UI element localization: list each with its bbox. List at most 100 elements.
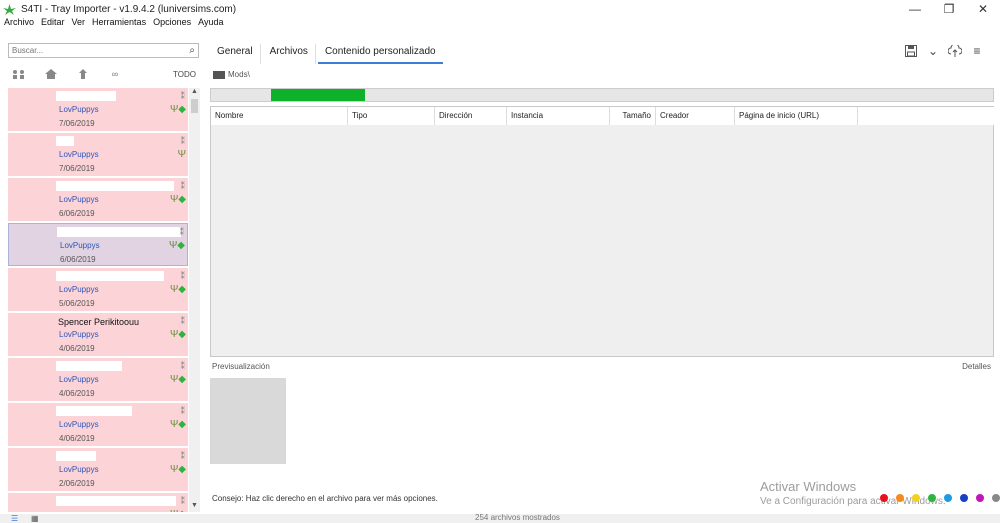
custom-content-tag-icon: Ψ◆: [168, 240, 185, 251]
household-members-icon: ⁑: [180, 451, 186, 461]
item-author-link[interactable]: LovPuppys: [60, 241, 100, 250]
list-item[interactable]: ⁑ Ψ◆: [8, 493, 188, 512]
custom-content-tag-icon: Ψ◆: [169, 104, 186, 115]
menu-archivo[interactable]: Archivo: [4, 17, 34, 31]
menu-opciones[interactable]: Opciones: [153, 17, 191, 31]
chevron-down-icon[interactable]: ⌄: [922, 43, 944, 59]
color-dot[interactable]: [960, 494, 968, 502]
column-header-creador[interactable]: Creador: [656, 107, 735, 125]
custom-content-tag-icon: Ψ◆: [169, 374, 186, 385]
preview-image: [210, 378, 286, 464]
custom-content-tag-icon: Ψ◆: [169, 329, 186, 340]
color-dot[interactable]: [896, 494, 904, 502]
color-dot[interactable]: [880, 494, 888, 502]
lot-icon[interactable]: [40, 67, 62, 81]
item-author-link[interactable]: LovPuppys: [59, 150, 99, 159]
item-author-link[interactable]: LovPuppys: [59, 375, 99, 384]
household-members-icon: ⁑: [180, 271, 186, 281]
household-members-icon: ⁑: [180, 316, 186, 326]
item-author-link[interactable]: LovPuppys: [59, 105, 99, 114]
color-dot[interactable]: [976, 494, 984, 502]
table-header: Nombre Tipo Dirección Instancia Tamaño C…: [211, 107, 994, 125]
color-dot[interactable]: [912, 494, 920, 502]
item-name-redacted: [56, 136, 74, 146]
status-text: 254 archivos mostrados: [475, 513, 560, 522]
item-author-link[interactable]: LovPuppys: [59, 195, 99, 204]
filter-all-label[interactable]: TODO: [173, 70, 196, 79]
list-item[interactable]: Spencer Perikitoouu LovPuppys 4/06/2019 ⁑ Ψ◆: [8, 313, 188, 356]
grid-view-icon[interactable]: ▦: [31, 514, 41, 523]
list-view-icon[interactable]: ☰: [11, 514, 21, 523]
hamburger-menu-icon[interactable]: ≡: [966, 43, 988, 59]
item-author-link[interactable]: LovPuppys: [59, 285, 99, 294]
main-tabs: General Archivos Contenido personalizado: [210, 44, 445, 64]
scroll-thumb[interactable]: [191, 99, 198, 113]
minimize-button[interactable]: —: [898, 0, 932, 18]
item-name-redacted: [56, 451, 96, 461]
item-name-redacted: [56, 91, 116, 101]
close-button[interactable]: ✕: [966, 0, 1000, 18]
item-date: 4/06/2019: [59, 389, 95, 398]
folder-icon: [213, 70, 225, 79]
column-header-instancia[interactable]: Instancia: [507, 107, 610, 125]
item-name-redacted: [56, 181, 174, 191]
progress-bar: [210, 88, 994, 102]
column-header-direccion[interactable]: Dirección: [435, 107, 507, 125]
item-date: 7/06/2019: [59, 164, 95, 173]
room-icon[interactable]: [72, 67, 94, 81]
menu-bar: Archivo Editar Ver Herramientas Opciones…: [0, 17, 230, 31]
list-item[interactable]: LovPuppys 2/06/2019 ⁑ Ψ◆: [8, 448, 188, 491]
tab-general[interactable]: General: [210, 44, 261, 64]
item-date: 6/06/2019: [59, 209, 95, 218]
search-icon[interactable]: ⌕: [189, 45, 195, 56]
activation-watermark-title: Activar Windows: [760, 479, 857, 494]
column-header-pagina-de-inicio[interactable]: Página de inicio (URL): [735, 107, 858, 125]
custom-content-tag-icon: Ψ◆: [169, 419, 186, 430]
menu-ayuda[interactable]: Ayuda: [198, 17, 223, 31]
column-header-tipo[interactable]: Tipo: [348, 107, 435, 125]
search-input[interactable]: [9, 45, 184, 56]
cloud-upload-icon[interactable]: [944, 43, 966, 59]
item-name: Spencer Perikitoouu: [58, 317, 140, 327]
color-tag-dots: [880, 494, 1000, 502]
item-date: 5/06/2019: [59, 299, 95, 308]
item-date: 4/06/2019: [59, 344, 95, 353]
menu-ver[interactable]: Ver: [72, 17, 86, 31]
column-header-tamano[interactable]: Tamaño: [610, 107, 656, 125]
list-item[interactable]: LovPuppys 7/06/2019 ⁑ Ψ: [8, 133, 188, 176]
color-dot[interactable]: [992, 494, 1000, 502]
tab-archivos[interactable]: Archivos: [263, 44, 316, 64]
menu-herramientas[interactable]: Herramientas: [92, 17, 146, 31]
filter-row: ∞ TODO: [8, 66, 200, 82]
list-item[interactable]: LovPuppys 6/06/2019 ⁑ Ψ◆: [8, 223, 188, 266]
search-box: ⌕: [8, 43, 199, 58]
list-item[interactable]: LovPuppys 6/06/2019 ⁑ Ψ◆: [8, 178, 188, 221]
tab-contenido-personalizado[interactable]: Contenido personalizado: [317, 44, 443, 64]
household-members-icon: ⁑: [180, 496, 186, 506]
custom-content-tag-icon: Ψ: [177, 149, 186, 160]
column-header-nombre[interactable]: Nombre: [211, 107, 348, 125]
list-item[interactable]: LovPuppys 7/06/2019 ⁑ Ψ◆: [8, 88, 188, 131]
path-text: Mods\: [228, 70, 250, 79]
list-item[interactable]: LovPuppys 5/06/2019 ⁑ Ψ◆: [8, 268, 188, 311]
custom-content-tag-icon: Ψ◆: [170, 509, 186, 512]
scroll-up-arrow-icon[interactable]: ▲: [189, 88, 200, 98]
color-dot[interactable]: [944, 494, 952, 502]
preview-label: Previsualización: [212, 362, 270, 371]
item-author-link[interactable]: LovPuppys: [59, 330, 99, 339]
menu-editar[interactable]: Editar: [41, 17, 65, 31]
item-name-redacted: [56, 496, 176, 506]
scroll-down-arrow-icon[interactable]: ▼: [189, 502, 200, 512]
list-item[interactable]: LovPuppys 4/06/2019 ⁑ Ψ◆: [8, 403, 188, 446]
item-author-link[interactable]: LovPuppys: [59, 465, 99, 474]
restore-button[interactable]: ❐: [932, 0, 966, 18]
color-dot[interactable]: [928, 494, 936, 502]
infinity-icon[interactable]: ∞: [104, 67, 126, 81]
details-link[interactable]: Detalles: [962, 362, 991, 371]
list-item[interactable]: LovPuppys 4/06/2019 ⁑ Ψ◆: [8, 358, 188, 401]
list-scrollbar[interactable]: ▲ ▼: [189, 88, 200, 512]
household-icon[interactable]: [8, 67, 30, 81]
save-icon[interactable]: [900, 43, 922, 59]
item-date: 7/06/2019: [59, 119, 95, 128]
item-author-link[interactable]: LovPuppys: [59, 420, 99, 429]
